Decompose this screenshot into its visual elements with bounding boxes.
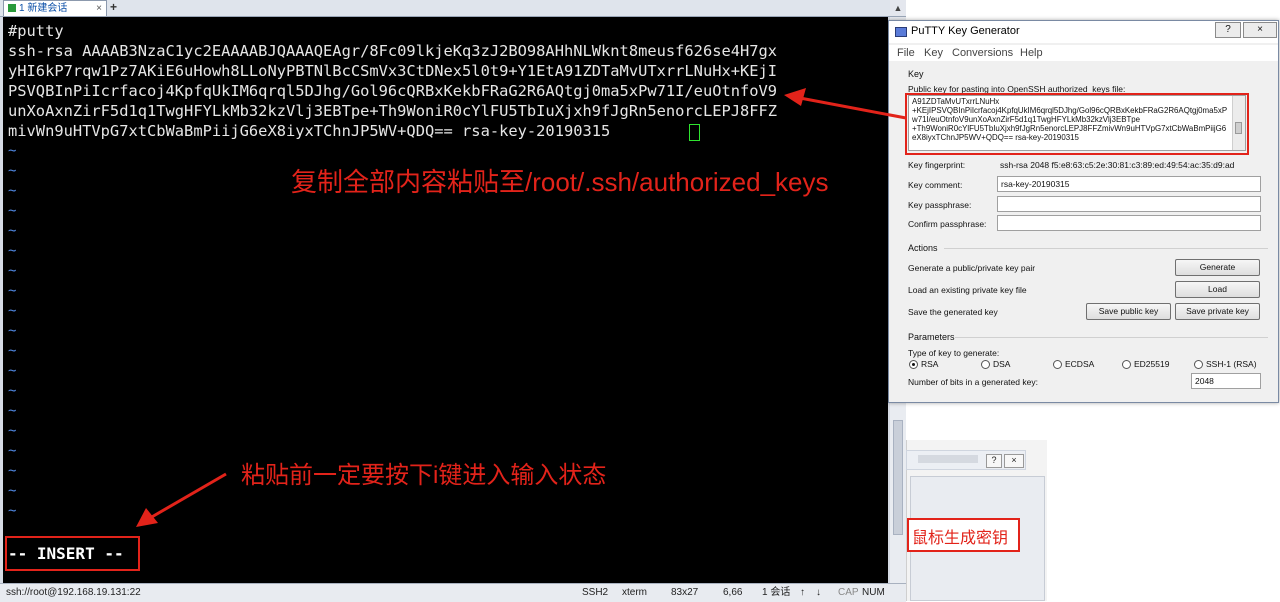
arrow-to-insert-mode [136, 472, 227, 527]
annotation-arrows [136, 88, 907, 527]
arrow-to-terminal-text [784, 88, 907, 120]
